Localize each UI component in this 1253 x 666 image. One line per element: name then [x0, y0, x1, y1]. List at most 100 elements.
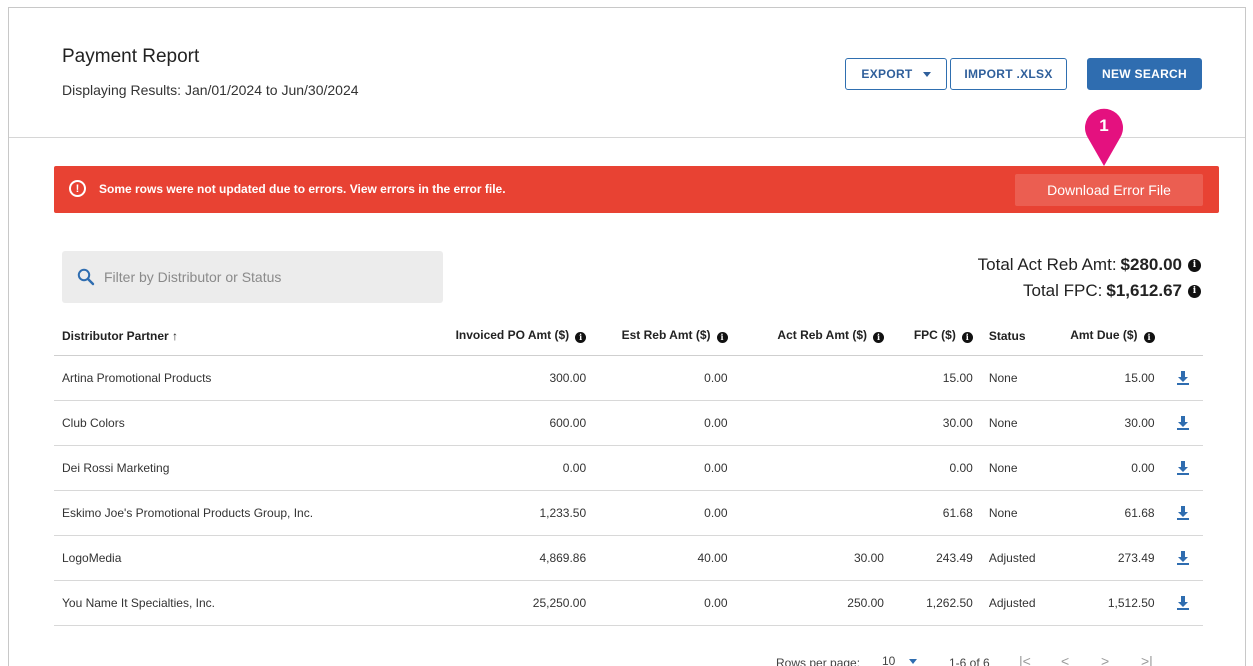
alert-circle-icon: !	[69, 180, 86, 197]
cell-invoiced: 4,869.86	[402, 535, 595, 581]
total-act-reb-value: $280.00	[1120, 255, 1182, 274]
column-header-invoiced[interactable]: Invoiced PO Amt ($) i	[402, 317, 595, 356]
rows-per-page-value: 10	[882, 654, 896, 666]
cell-fpc: 15.00	[891, 355, 981, 401]
column-header-fpc[interactable]: FPC ($) i	[891, 317, 981, 356]
sort-arrow-up-icon: ↑	[172, 328, 179, 343]
export-button[interactable]: EXPORT	[845, 58, 947, 90]
cell-est-reb: 40.00	[594, 535, 736, 581]
error-banner: ! Some rows were not updated due to erro…	[54, 166, 1219, 213]
table-row: Eskimo Joe's Promotional Products Group,…	[54, 490, 1203, 536]
cell-amt-due: 0.00	[1051, 445, 1163, 491]
filter-input[interactable]	[104, 265, 424, 289]
rows-per-page-select[interactable]: 10	[882, 654, 918, 666]
import-button-label: IMPORT .XLSX	[964, 67, 1053, 81]
cell-act-reb	[735, 490, 892, 536]
total-fpc-value: $1,612.67	[1106, 281, 1182, 300]
error-message: Some rows were not updated due to errors…	[99, 182, 506, 196]
cell-invoiced: 25,250.00	[402, 580, 595, 626]
row-download-cell	[1162, 580, 1203, 626]
column-header-actions	[1162, 317, 1203, 356]
column-header-act-reb[interactable]: Act Reb Amt ($) i	[735, 317, 892, 356]
cell-status: Adjusted	[980, 580, 1052, 626]
row-download-cell	[1162, 445, 1203, 491]
cell-invoiced: 1,233.50	[402, 490, 595, 536]
cell-invoiced: 600.00	[402, 400, 595, 446]
cell-invoiced: 0.00	[402, 445, 595, 491]
cell-fpc: 30.00	[891, 400, 981, 446]
cell-amt-due: 30.00	[1051, 400, 1163, 446]
table-row: LogoMedia 4,869.86 40.00 30.00 243.49 Adjuste…	[54, 535, 1203, 581]
payment-table: Distributor Partner ↑ Invoiced PO Amt ($…	[54, 317, 1203, 626]
column-header-distributor[interactable]: Distributor Partner ↑	[54, 317, 403, 356]
cell-fpc: 61.68	[891, 490, 981, 536]
download-error-file-button[interactable]: Download Error File	[1015, 174, 1203, 206]
row-download-cell	[1162, 400, 1203, 446]
page-title: Payment Report	[62, 46, 200, 67]
cell-distributor: Artina Promotional Products	[54, 355, 403, 401]
search-icon	[77, 268, 95, 286]
rows-per-page-label: Rows per page:	[776, 656, 861, 666]
info-icon[interactable]: i	[575, 332, 587, 344]
export-button-label: EXPORT	[861, 67, 913, 81]
new-search-button-label: NEW SEARCH	[1101, 67, 1187, 81]
page-range: 1-6 of 6	[949, 656, 990, 666]
cell-amt-due: 1,512.50	[1051, 580, 1163, 626]
last-page-button[interactable]: >|	[1141, 653, 1153, 666]
chevron-down-icon	[909, 658, 918, 664]
column-header-status[interactable]: Status	[980, 317, 1052, 356]
first-page-button[interactable]: |<	[1019, 653, 1031, 666]
cell-status: None	[980, 445, 1052, 491]
total-act-reb: Total Act Reb Amt: $280.00 i	[978, 252, 1201, 278]
totals-summary: Total Act Reb Amt: $280.00 i Total FPC: …	[978, 252, 1201, 304]
download-icon[interactable]	[1176, 370, 1190, 385]
table-row: Dei Rossi Marketing 0.00 0.00 0.00 None 0.00	[54, 445, 1203, 491]
download-icon[interactable]	[1176, 415, 1190, 430]
next-page-button[interactable]: >	[1101, 653, 1109, 666]
cell-invoiced: 300.00	[402, 355, 595, 401]
cell-est-reb: 0.00	[594, 355, 736, 401]
download-icon[interactable]	[1176, 505, 1190, 520]
callout-marker: 1	[1085, 108, 1123, 166]
prev-page-button[interactable]: <	[1061, 653, 1069, 666]
row-download-cell	[1162, 490, 1203, 536]
filter-search-box[interactable]	[62, 251, 443, 303]
cell-fpc: 243.49	[891, 535, 981, 581]
row-download-cell	[1162, 535, 1203, 581]
cell-distributor: Eskimo Joe's Promotional Products Group,…	[54, 490, 403, 536]
report-header: Payment Report Displaying Results: Jan/0…	[9, 8, 1245, 166]
total-fpc-label: Total FPC:	[1023, 281, 1103, 300]
info-icon[interactable]: i	[961, 332, 973, 344]
chevron-down-icon	[922, 71, 931, 77]
cell-amt-due: 273.49	[1051, 535, 1163, 581]
cell-distributor: LogoMedia	[54, 535, 403, 581]
total-fpc: Total FPC: $1,612.67 i	[978, 278, 1201, 304]
cell-act-reb	[735, 400, 892, 446]
cell-act-reb	[735, 355, 892, 401]
download-icon[interactable]	[1176, 460, 1190, 475]
column-header-est-reb[interactable]: Est Reb Amt ($) i	[594, 317, 736, 356]
import-xlsx-button[interactable]: IMPORT .XLSX	[950, 58, 1067, 90]
cell-status: None	[980, 400, 1052, 446]
info-icon[interactable]: i	[1188, 284, 1201, 298]
column-header-amt-due[interactable]: Amt Due ($) i	[1051, 317, 1163, 356]
new-search-button[interactable]: NEW SEARCH	[1087, 58, 1202, 90]
cell-distributor: Dei Rossi Marketing	[54, 445, 403, 491]
cell-est-reb: 0.00	[594, 490, 736, 536]
cell-act-reb: 250.00	[735, 580, 892, 626]
download-icon[interactable]	[1176, 595, 1190, 610]
table-header-row: Distributor Partner ↑ Invoiced PO Amt ($…	[54, 317, 1203, 356]
pagination-bar: Rows per page: 10 1-6 of 6 |< < > >|	[9, 646, 1247, 666]
cell-fpc: 1,262.50	[891, 580, 981, 626]
info-icon[interactable]: i	[1143, 332, 1155, 344]
cell-fpc: 0.00	[891, 445, 981, 491]
cell-est-reb: 0.00	[594, 580, 736, 626]
info-icon[interactable]: i	[872, 332, 884, 344]
info-icon[interactable]: i	[716, 332, 728, 344]
download-icon[interactable]	[1176, 550, 1190, 565]
table-row: Club Colors 600.00 0.00 30.00 None 30.00	[54, 400, 1203, 446]
table-row: You Name It Specialties, Inc. 25,250.00 0.…	[54, 580, 1203, 626]
total-act-reb-label: Total Act Reb Amt:	[977, 255, 1117, 274]
cell-distributor: Club Colors	[54, 400, 403, 446]
info-icon[interactable]: i	[1188, 258, 1201, 272]
